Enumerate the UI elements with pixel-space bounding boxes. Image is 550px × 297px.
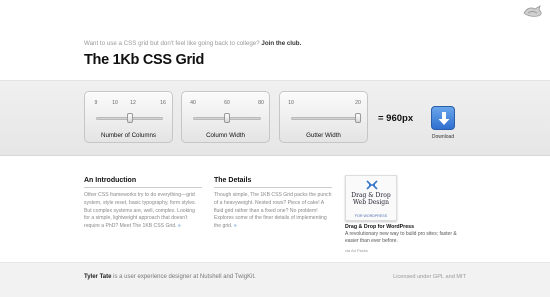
grid-configurator: 9 10 12 16 Number of Columns 40 60 80 Co… (0, 80, 550, 156)
column-width-slider-handle[interactable] (224, 113, 230, 123)
introduction-section: An Introduction Other CSS frameworks try… (84, 177, 202, 231)
intro-text: Want to use a CSS grid but don't feel li… (84, 40, 260, 47)
introduction-heading: An Introduction (84, 177, 202, 188)
join-club-link[interactable]: Join the club. (261, 40, 301, 47)
tick-label: 16 (160, 100, 166, 106)
column-width-ticks: 40 60 80 (182, 100, 269, 108)
download-button[interactable] (431, 106, 455, 130)
ad-title[interactable]: Drag & Drop for WordPress (345, 224, 463, 230)
total-width: = 960px (378, 113, 414, 124)
tick-label: 12 (130, 100, 136, 106)
tick-label: 10 (112, 100, 118, 106)
ad-image[interactable]: Drag & Drop Web Design FOR WORDPRESS (345, 175, 397, 221)
details-body: Though simple, The 1KB CSS Grid packs th… (214, 192, 332, 231)
tick-label: 9 (94, 100, 98, 106)
columns-slider-handle[interactable] (127, 113, 133, 123)
details-heading: The Details (214, 177, 332, 188)
tick-label: 20 (355, 100, 361, 106)
columns-label: Number of Columns (100, 132, 157, 139)
columns-ticks: 9 10 12 16 (85, 100, 172, 108)
puzzle-icon (366, 180, 378, 190)
download-arrow-icon (438, 112, 450, 125)
page-title: The 1Kb CSS Grid (84, 52, 205, 68)
details-text: Though simple, The 1KB CSS Grid packs th… (214, 192, 332, 230)
ad-via[interactable]: via Ad Packs (345, 248, 463, 253)
tick-label: 80 (258, 100, 264, 106)
download-label[interactable]: Download (425, 134, 461, 140)
gutter-width-slider-panel: 10 20 Gutter Width (279, 91, 368, 143)
gutter-width-label: Gutter Width (306, 132, 341, 139)
footer-credit: Tyler Tate is a user experience designer… (84, 274, 256, 280)
introduction-more-link[interactable]: » (178, 223, 181, 229)
details-section: The Details Though simple, The 1KB CSS G… (214, 177, 332, 231)
footer: Tyler Tate is a user experience designer… (0, 262, 550, 297)
author-link[interactable]: Tyler Tate (84, 274, 111, 280)
intro-line: Want to use a CSS grid but don't feel li… (84, 40, 301, 47)
tick-label: 60 (224, 100, 230, 106)
author-bio: is a user experience designer at Nutshel… (113, 274, 256, 280)
license-text: Licensed under GPL and MIT (393, 274, 466, 280)
tick-label: 40 (190, 100, 196, 106)
columns-slider-panel: 9 10 12 16 Number of Columns (84, 91, 173, 143)
tick-label: 10 (288, 100, 294, 106)
corner-logo-icon[interactable] (522, 4, 544, 18)
details-more-link[interactable]: » (234, 223, 237, 229)
column-width-label: Column Width (206, 132, 245, 139)
gutter-width-slider-track[interactable] (291, 117, 358, 120)
sidebar-ad: Drag & Drop Web Design FOR WORDPRESS Dra… (345, 175, 463, 253)
ad-image-line2: Web Design (352, 199, 390, 206)
ad-description: A revolutionary new way to build pro sit… (345, 231, 457, 244)
introduction-body: Other CSS frameworks try to do everythin… (84, 192, 202, 231)
column-width-slider-panel: 40 60 80 Column Width (181, 91, 270, 143)
gutter-width-ticks: 10 20 (280, 100, 367, 108)
ad-image-line3: FOR WORDPRESS (354, 214, 388, 218)
gutter-width-slider-handle[interactable] (355, 113, 361, 123)
